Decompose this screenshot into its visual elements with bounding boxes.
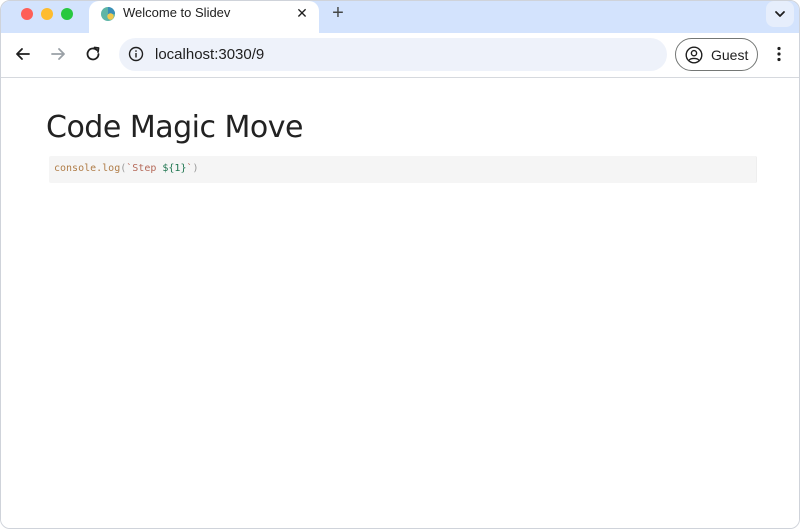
chevron-down-icon [775,11,785,17]
code-token-interpolation: ${1} [162,163,187,174]
tab-search-button[interactable] [766,1,794,27]
close-icon[interactable]: ✕ [292,3,312,23]
new-tab-button[interactable]: + [327,3,349,25]
profile-label: Guest [711,47,749,63]
forward-arrow-icon[interactable] [48,44,68,64]
code-token-function: console.log [54,163,121,174]
reload-icon[interactable] [83,44,103,64]
browser-toolbar: localhost:3030/9 Guest [1,33,799,78]
url-text[interactable]: localhost:3030/9 [155,46,264,63]
tab-active[interactable]: Welcome to Slidev ✕ [89,1,319,33]
code-block: console.log(`Step ${1}`) [49,156,757,183]
account-circle-icon [685,46,703,64]
info-icon[interactable] [128,46,144,62]
more-vert-icon[interactable] [769,44,789,64]
slide-title: Code Magic Move [46,110,303,145]
minimize-window-button[interactable] [41,8,53,20]
code-token-close-paren: ) [192,163,199,174]
tab-strip: Welcome to Slidev ✕ + [1,1,799,33]
zoom-window-button[interactable] [61,8,73,20]
code-line: console.log(`Step ${1}`) [54,163,199,174]
code-token-string-open: `Step [126,163,163,174]
tab-title: Welcome to Slidev [123,5,231,20]
browser-window: Welcome to Slidev ✕ + localhost:3030/9 G… [0,0,800,529]
address-bar[interactable]: localhost:3030/9 [119,38,667,71]
back-arrow-icon[interactable] [13,44,33,64]
profile-button[interactable]: Guest [675,38,758,71]
slide-content: Code Magic Move console.log(`Step ${1}`) [1,79,799,528]
close-window-button[interactable] [21,8,33,20]
slidev-logo-icon [101,7,115,21]
